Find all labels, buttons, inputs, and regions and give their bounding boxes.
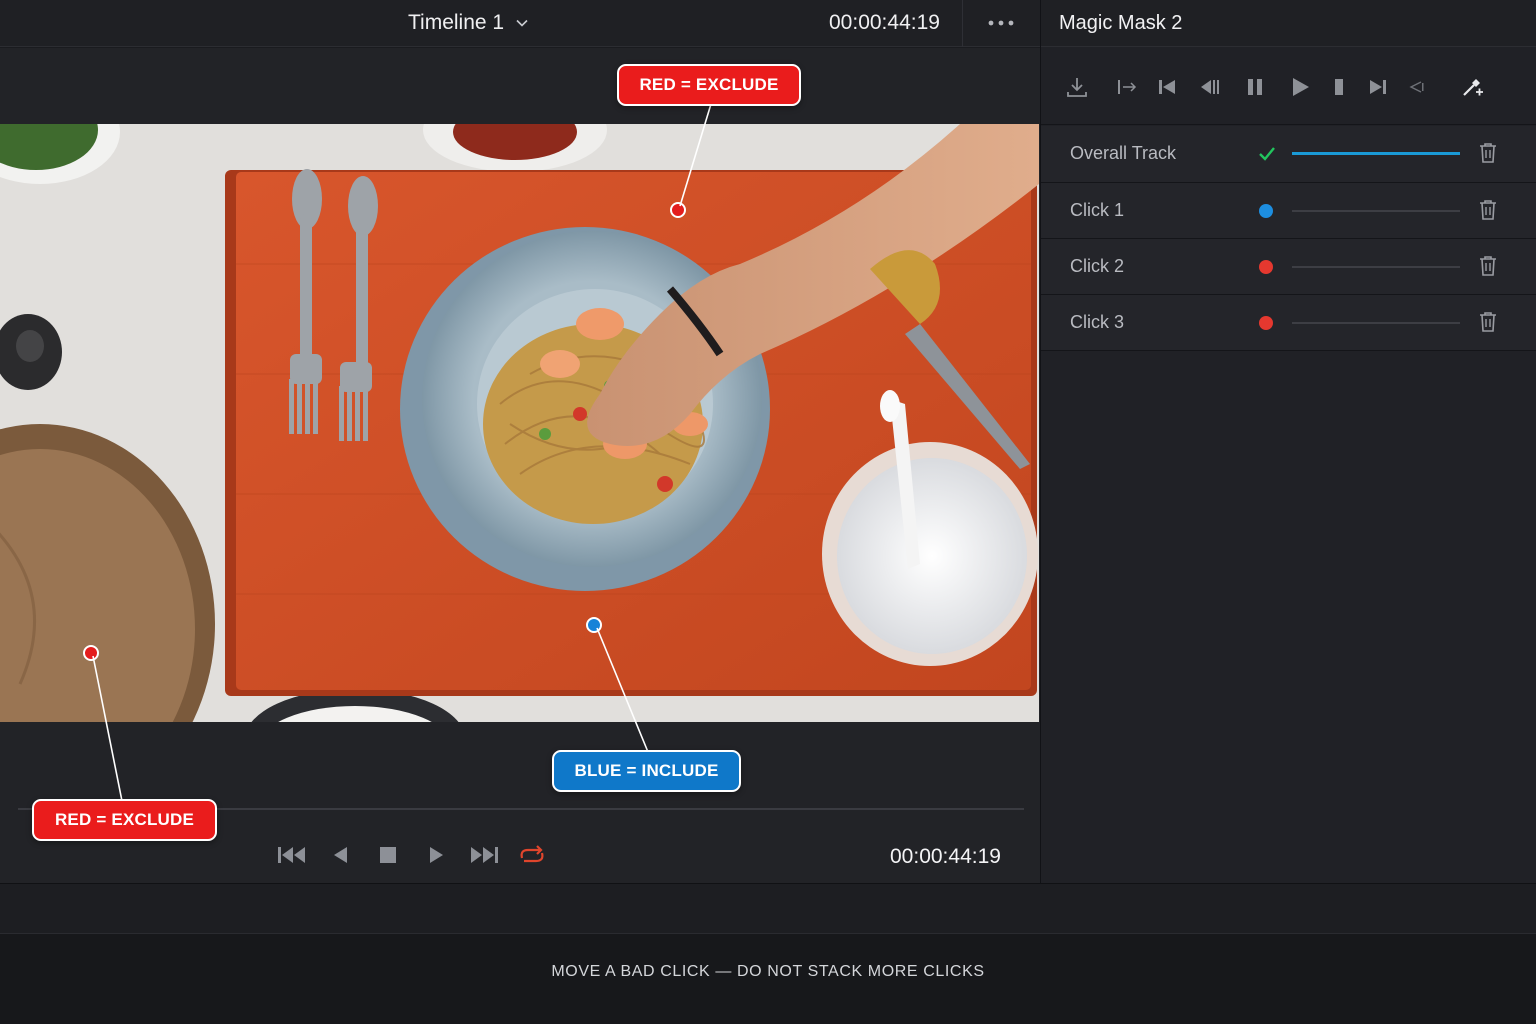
stop-button[interactable] (364, 838, 412, 872)
track-progress-line (1292, 266, 1460, 268)
track-progress-line (1292, 152, 1460, 155)
track-forward-frame-icon (1409, 81, 1424, 93)
include-callout: BLUE = INCLUDE (552, 750, 741, 792)
panel-header: Magic Mask 2 (1041, 0, 1536, 47)
play-reverse-button[interactable] (316, 838, 364, 872)
track-reverse-button[interactable] (1195, 72, 1225, 102)
video-image (0, 124, 1039, 722)
include-dot-icon (1259, 204, 1273, 218)
next-keyframe-icon (1370, 80, 1386, 94)
track-forward-frame-button[interactable] (1400, 72, 1430, 102)
header-divider (962, 0, 963, 47)
track-download-button[interactable] (1062, 72, 1092, 102)
play-icon (430, 847, 443, 863)
eyedropper-add-icon (1463, 79, 1483, 96)
stop-tracking-button[interactable] (1324, 72, 1354, 102)
exclude-dot-icon (1259, 316, 1273, 330)
play-button[interactable] (412, 838, 460, 872)
transport-timecode: 00:00:44:19 (890, 845, 1001, 868)
checkmark-icon (1259, 147, 1275, 161)
magic-mask-panel: Magic Mask 2 Overall Track Click 1 Click… (1040, 0, 1536, 883)
video-frame[interactable] (0, 124, 1039, 722)
track-row-click-3[interactable]: Click 3 (1041, 295, 1536, 351)
viewer-header: Timeline 1 00:00:44:19 (0, 0, 1040, 47)
skip-to-end-button[interactable] (460, 838, 508, 872)
next-keyframe-button[interactable] (1363, 72, 1393, 102)
track-forward-icon (1293, 78, 1309, 96)
track-forward-button[interactable] (1285, 72, 1315, 102)
track-progress-line (1292, 210, 1460, 212)
track-label: Click 2 (1070, 256, 1125, 276)
loop-button[interactable] (508, 838, 556, 872)
trash-icon[interactable] (1479, 199, 1497, 221)
footer-bar: MOVE A BAD CLICK — DO NOT STACK MORE CLI… (0, 933, 1536, 1024)
track-row-overall[interactable]: Overall Track (1041, 126, 1536, 183)
eyedropper-add-button[interactable] (1457, 72, 1487, 102)
track-row-click-1[interactable]: Click 1 (1041, 183, 1536, 239)
exclude-callout-bottom: RED = EXCLUDE (32, 799, 217, 841)
download-icon (1067, 78, 1087, 97)
exclude-callout-top: RED = EXCLUDE (617, 64, 801, 106)
footer-message: MOVE A BAD CLICK — DO NOT STACK MORE CLI… (551, 963, 985, 980)
play-reverse-icon (334, 847, 347, 863)
previous-keyframe-icon (1159, 80, 1175, 94)
trash-icon[interactable] (1479, 142, 1497, 164)
track-label: Click 3 (1070, 312, 1125, 332)
chevron-down-icon (516, 19, 528, 27)
ellipsis-icon (988, 20, 1014, 26)
timeline-selector[interactable]: Timeline 1 (408, 11, 530, 35)
more-options-button[interactable] (984, 12, 1018, 34)
header-timecode: 00:00:44:19 (829, 11, 940, 34)
trash-icon[interactable] (1479, 255, 1497, 277)
exclude-dot-icon (1259, 260, 1273, 274)
stop-tracking-icon (1335, 79, 1343, 95)
track-row-click-2[interactable]: Click 2 (1041, 239, 1536, 295)
skip-to-start-icon (278, 847, 305, 863)
track-progress-line (1292, 322, 1460, 324)
skip-to-start-button[interactable] (268, 838, 316, 872)
track-backward-frame-icon (1118, 80, 1137, 94)
stop-icon (380, 847, 396, 863)
track-reverse-icon (1201, 80, 1219, 94)
pause-icon (1248, 79, 1262, 95)
transport-controls (268, 838, 556, 872)
track-label: Click 1 (1070, 200, 1125, 220)
skip-to-end-icon (471, 847, 498, 863)
panel-title: Magic Mask 2 (1059, 12, 1183, 34)
track-list: Overall Track Click 1 Click 2 Click 3 (1041, 126, 1536, 351)
track-backward-frame-button[interactable] (1112, 72, 1142, 102)
footer-spacer (0, 883, 1536, 933)
previous-keyframe-button[interactable] (1152, 72, 1182, 102)
timeline-title: Timeline 1 (408, 11, 505, 34)
track-label: Overall Track (1070, 143, 1177, 163)
pause-tracking-button[interactable] (1240, 72, 1270, 102)
loop-icon (520, 845, 544, 863)
trash-icon[interactable] (1479, 311, 1497, 333)
